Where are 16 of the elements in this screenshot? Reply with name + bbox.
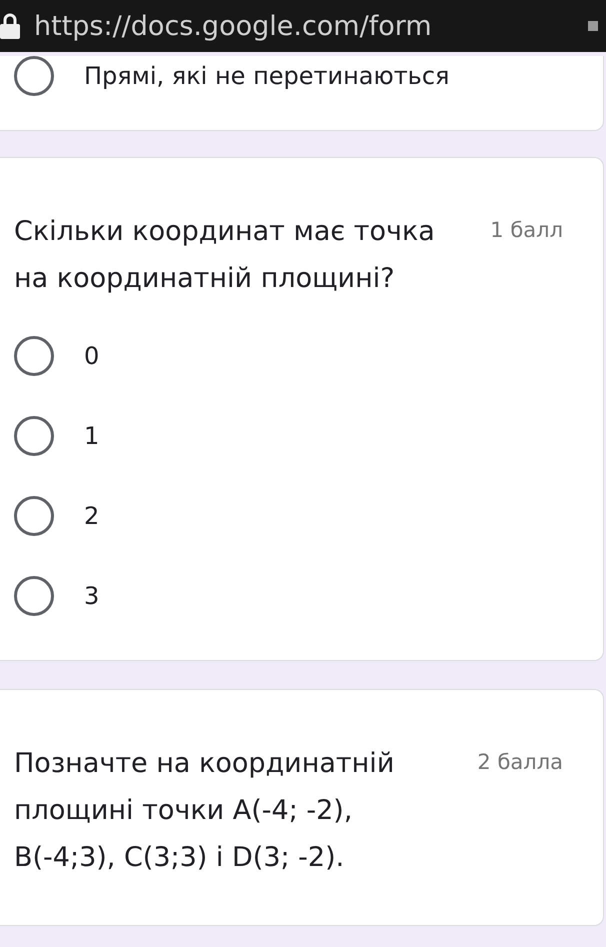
points-label: 2 балла xyxy=(477,749,563,774)
option-label: 0 xyxy=(84,342,100,370)
points-label: 1 балл xyxy=(490,217,563,242)
radio-button[interactable] xyxy=(14,416,54,456)
question-text: Позначте на координатній площині точки A(-4; -2), B(-4;3), C(3;3) і D(3; -2). xyxy=(14,747,396,875)
radio-button[interactable] xyxy=(14,496,54,536)
option-label: 2 xyxy=(84,502,100,530)
radio-button[interactable] xyxy=(14,56,54,96)
url-text[interactable]: https://docs.google.com/form xyxy=(34,10,574,42)
question-text: Скільки координат має точка на координатній площині? xyxy=(14,215,436,296)
option-label: 1 xyxy=(84,422,100,450)
option-label: Прямі, які не перетинаються xyxy=(84,62,450,90)
radio-button[interactable] xyxy=(14,336,54,376)
option-label: 3 xyxy=(84,582,100,610)
lock-icon xyxy=(0,13,20,39)
radio-button[interactable] xyxy=(14,576,54,616)
